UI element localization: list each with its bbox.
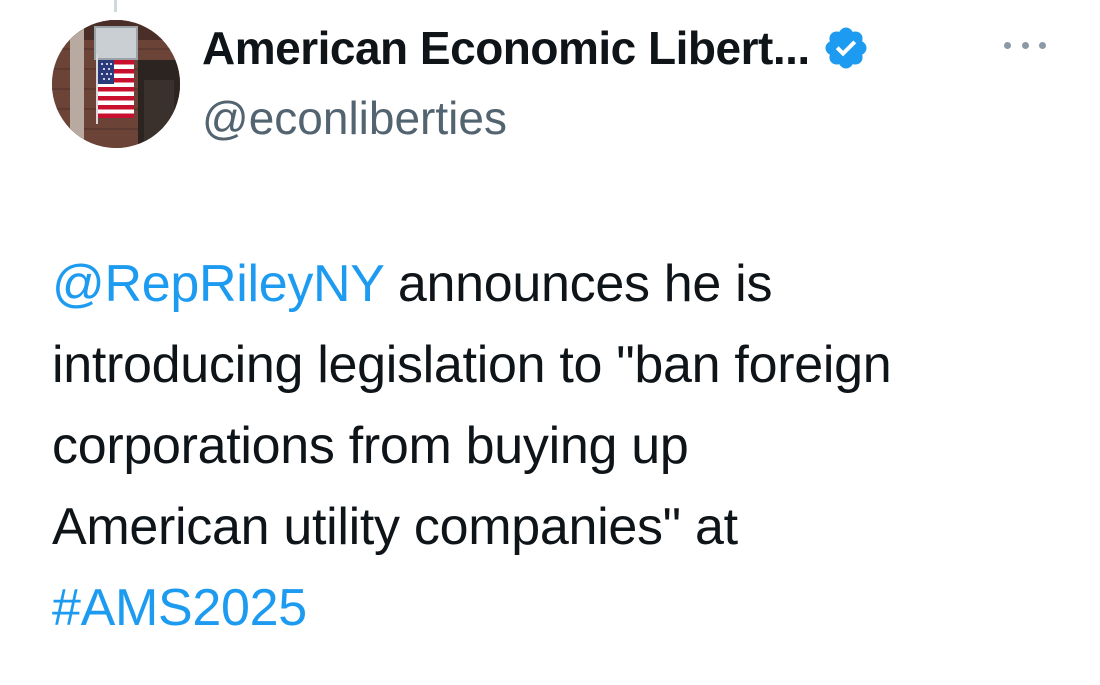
tweet-text: @RepRileyNY announces he is introducing … [52, 244, 1062, 649]
tweet-line-1: @RepRileyNY announces he is [52, 244, 1062, 325]
mention-link[interactable]: @RepRileyNY [52, 255, 384, 313]
more-dot [1021, 41, 1029, 49]
verified-badge-icon[interactable] [822, 24, 870, 72]
hashtag-link[interactable]: #AMS2025 [52, 579, 307, 637]
author-avatar[interactable] [52, 20, 180, 148]
author-display-name[interactable]: American Economic Libert... [202, 18, 810, 78]
more-dot [1004, 41, 1011, 49]
tweet-line-1-text: announces he is [383, 255, 773, 313]
tweet-line-2: introducing legislation to "ban foreign [52, 336, 892, 394]
tweet-line-5: #AMS2025 [52, 568, 1062, 649]
tweet-line-4: American utility companies" at [52, 498, 738, 556]
author-handle[interactable]: @econliberties [202, 88, 507, 148]
more-dot [1039, 41, 1046, 49]
us-flag-avatar-icon [52, 20, 180, 148]
more-options-icon[interactable] [1004, 30, 1046, 60]
thread-connector-line [114, 0, 117, 12]
tweet-line-3: corporations from buying up [52, 417, 689, 475]
author-name-row: American Economic Libert... [202, 18, 870, 78]
